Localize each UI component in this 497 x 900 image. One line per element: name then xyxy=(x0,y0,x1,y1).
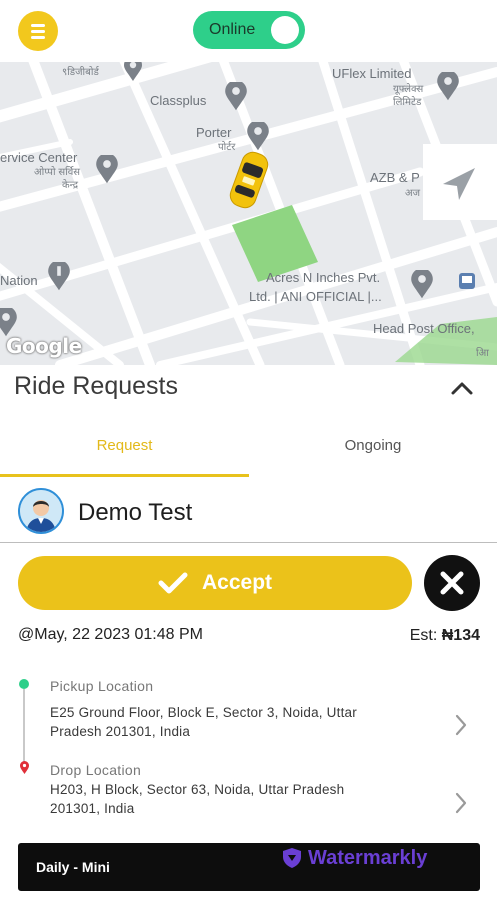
taxi-car-icon xyxy=(229,151,269,209)
shield-icon xyxy=(283,848,301,868)
poi-label: Acres N Inches Pvt. xyxy=(266,270,381,285)
tab-request[interactable]: Request xyxy=(0,437,249,454)
poi-label: यूफ्लेक्स xyxy=(393,84,424,95)
poi-label: Nation xyxy=(0,273,38,288)
pickup-dot-icon xyxy=(19,679,29,689)
map-pin-icon[interactable] xyxy=(95,155,119,185)
google-attribution: Google xyxy=(6,334,82,358)
toggle-knob xyxy=(271,16,299,44)
poi-label: ९डिजीबोर्ड xyxy=(62,67,99,78)
rider-info: Demo Test xyxy=(18,488,488,536)
poi-label: ओप्पो सर्विस xyxy=(34,167,81,178)
restaurant-pin-icon[interactable] xyxy=(47,262,71,292)
chevron-right-icon[interactable] xyxy=(453,791,469,815)
reject-button[interactable] xyxy=(424,555,480,611)
map-pin-icon[interactable] xyxy=(123,62,143,82)
tab-ongoing[interactable]: Ongoing xyxy=(249,437,497,454)
poi-label: Head Post Office, xyxy=(373,321,475,336)
map-pin-icon[interactable] xyxy=(436,72,460,102)
online-status-label: Online xyxy=(209,21,256,38)
estimated-fare: Est: ₦134 xyxy=(410,627,480,645)
menu-icon[interactable] xyxy=(18,11,58,51)
pickup-address-line: E25 Ground Floor, Block E, Sector 3, Noi… xyxy=(50,705,357,720)
top-bar: Online xyxy=(0,0,497,62)
map-pin-icon[interactable] xyxy=(224,82,248,112)
vehicle-type-bar: Daily - Mini Watermarkly xyxy=(18,843,480,891)
transit-station-icon[interactable] xyxy=(458,272,476,290)
poi-label: आि xyxy=(476,348,489,359)
chevron-right-icon[interactable] xyxy=(453,713,469,737)
user-avatar-icon xyxy=(18,488,64,534)
estimate-value: ₦134 xyxy=(441,627,480,644)
drop-pin-icon xyxy=(20,761,29,774)
accept-button-label: Accept xyxy=(201,571,273,594)
poi-label: UFlex Limited xyxy=(332,66,412,81)
chevron-up-icon[interactable] xyxy=(450,378,474,398)
poi-label: AZB & P xyxy=(370,170,420,185)
drop-label: Drop Location xyxy=(50,762,142,778)
rider-name: Demo Test xyxy=(78,499,193,526)
pickup-address-line: Pradesh 201301, India xyxy=(50,724,191,739)
pickup-label: Pickup Location xyxy=(50,678,154,694)
close-icon xyxy=(440,571,464,595)
drop-address-line: H203, H Block, Sector 63, Noida, Uttar P… xyxy=(50,782,345,797)
poi-label: लिमिटेड xyxy=(393,97,422,108)
divider xyxy=(0,542,497,543)
online-status-toggle[interactable]: Online xyxy=(193,11,305,49)
ride-datetime: @May, 22 2023 01:48 PM xyxy=(18,626,203,643)
poi-label: Porter xyxy=(196,125,232,140)
estimate-label: Est: xyxy=(409,627,438,644)
poi-label: केन्द्र xyxy=(62,180,79,191)
accept-button[interactable]: Accept xyxy=(18,556,412,610)
recenter-button[interactable] xyxy=(423,144,497,220)
route-line xyxy=(23,689,25,763)
drop-address-line: 201301, India xyxy=(50,801,135,816)
panel-title: Ride Requests xyxy=(14,372,178,400)
active-tab-indicator xyxy=(0,474,249,477)
pickup-address[interactable]: E25 Ground Floor, Block E, Sector 3, Noi… xyxy=(50,703,430,741)
check-icon xyxy=(158,572,188,594)
map-view[interactable]: ९डिजीबोर्ड UFlex Limited यूफ्लेक्स लिमिट… xyxy=(0,62,497,365)
drop-address[interactable]: H203, H Block, Sector 63, Noida, Uttar P… xyxy=(50,780,430,818)
map-pin-icon[interactable] xyxy=(410,270,434,300)
poi-label: अज xyxy=(405,188,421,199)
vehicle-type-label: Daily - Mini xyxy=(36,859,110,875)
navigation-arrow-icon xyxy=(443,168,475,200)
poi-label: Ltd. | ANI OFFICIAL |... xyxy=(249,289,382,304)
watermark: Watermarkly xyxy=(282,845,427,871)
watermark-text: Watermarkly xyxy=(308,846,428,869)
poi-label: Classplus xyxy=(150,93,207,108)
poi-label: ervice Center xyxy=(0,150,78,165)
